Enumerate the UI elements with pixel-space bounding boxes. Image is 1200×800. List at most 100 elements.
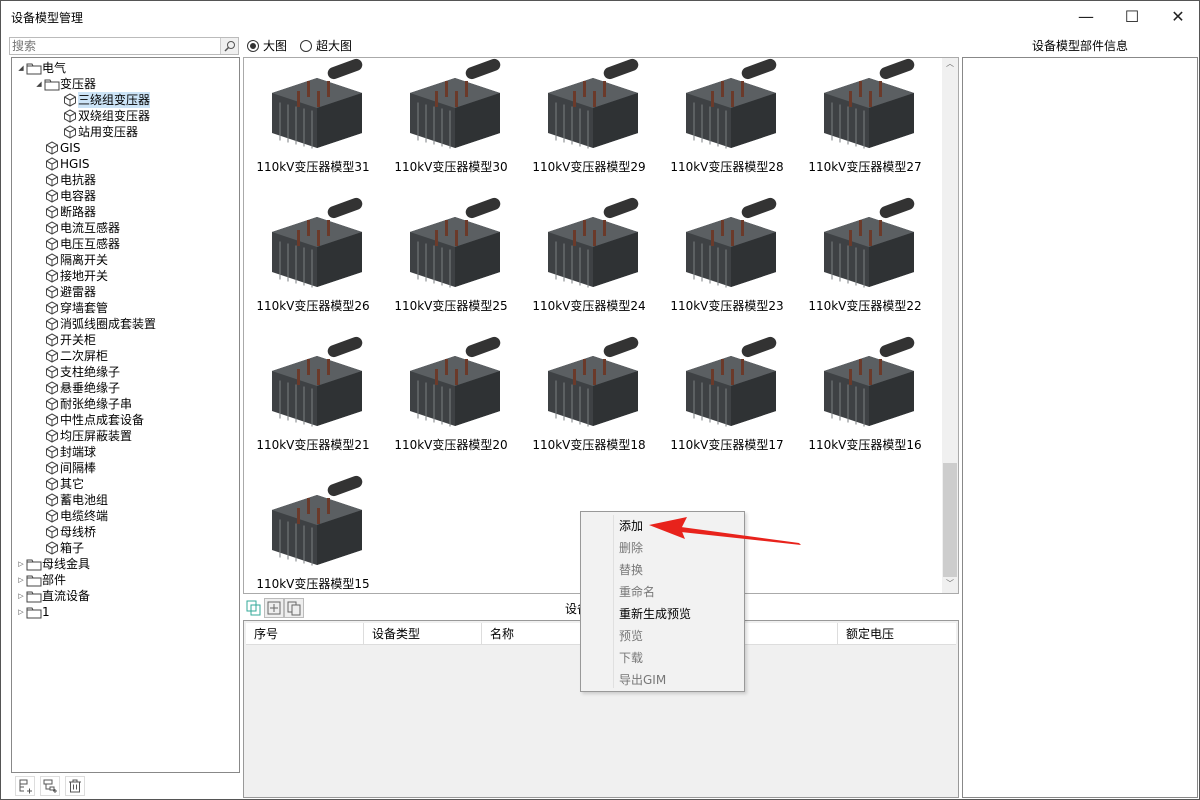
scroll-up-icon[interactable]: ︿ <box>942 58 958 72</box>
tree-item[interactable]: 悬垂绝缘子 <box>34 380 120 396</box>
expand-icon[interactable]: ▷ <box>16 556 26 572</box>
tree-item[interactable]: 接地开关 <box>34 268 108 284</box>
minimize-button[interactable]: — <box>1063 1 1109 31</box>
tree-item[interactable]: 避雷器 <box>34 284 96 300</box>
tree-item[interactable]: 箱子 <box>34 540 84 556</box>
tree-item-label: 1 <box>42 605 50 619</box>
model-thumbnail[interactable]: 110kV变压器模型18 <box>524 336 662 475</box>
model-thumbnail[interactable]: 110kV变压器模型22 <box>800 197 938 336</box>
model-thumbnail[interactable]: 110kV变压器模型26 <box>248 197 386 336</box>
search-icon[interactable] <box>220 38 238 54</box>
copy-icon[interactable] <box>245 599 263 617</box>
model-thumbnail[interactable]: 110kV变压器模型30 <box>386 58 524 197</box>
tree-item-label: 断路器 <box>60 205 97 219</box>
add-item-icon[interactable] <box>264 598 284 618</box>
tree-item[interactable]: 三绕组变压器 <box>52 92 151 108</box>
tree-item[interactable]: 断路器 <box>34 204 96 220</box>
expand-icon[interactable]: ▷ <box>16 588 26 604</box>
tree-item[interactable]: ▷ 部件 <box>16 572 66 588</box>
model-thumbnail[interactable]: 110kV变压器模型24 <box>524 197 662 336</box>
tree-item[interactable]: 耐张绝缘子串 <box>34 396 132 412</box>
tree-item[interactable]: 穿墙套管 <box>34 300 108 316</box>
model-thumbnail[interactable]: 110kV变压器模型28 <box>662 58 800 197</box>
cube-icon <box>62 93 78 107</box>
tree-item[interactable]: 均压屏蔽装置 <box>34 428 132 444</box>
window-title: 设备模型管理 <box>11 11 84 25</box>
model-thumbnail[interactable]: 110kV变压器模型25 <box>386 197 524 336</box>
tree-item[interactable]: 站用变压器 <box>52 124 138 140</box>
add-child-node-button[interactable] <box>40 776 60 796</box>
tree-item[interactable]: 二次屏柜 <box>34 348 108 364</box>
cube-icon <box>44 269 60 283</box>
add-node-button[interactable] <box>15 776 35 796</box>
model-thumbnail[interactable]: 110kV变压器模型20 <box>386 336 524 475</box>
tree-item[interactable]: 封端球 <box>34 444 96 460</box>
tree-item[interactable]: 电流互感器 <box>34 220 120 236</box>
cube-icon <box>44 541 60 555</box>
tree-item-label: 部件 <box>42 573 67 587</box>
tree-item[interactable]: ◢ 电气 <box>16 60 66 76</box>
menu-item[interactable]: 重新生成预览 <box>619 603 739 625</box>
collapse-icon[interactable]: ◢ <box>16 60 26 76</box>
model-thumbnail[interactable]: 110kV变压器模型17 <box>662 336 800 475</box>
tree-item[interactable]: 电抗器 <box>34 172 96 188</box>
tree-item[interactable]: 其它 <box>34 476 84 492</box>
menu-item[interactable]: 重命名 <box>619 581 739 603</box>
cube-icon <box>44 253 60 267</box>
model-thumbnail[interactable]: 110kV变压器模型15 <box>248 475 386 593</box>
tree-item[interactable]: 双绕组变压器 <box>52 108 150 124</box>
model-thumbnail[interactable]: 110kV变压器模型16 <box>800 336 938 475</box>
menu-item[interactable]: 预览 <box>619 625 739 647</box>
tree-item[interactable]: HGIS <box>34 156 89 172</box>
tree-item[interactable]: 蓄电池组 <box>34 492 108 508</box>
folder-icon <box>26 557 42 571</box>
model-thumbnail[interactable]: 110kV变压器模型29 <box>524 58 662 197</box>
menu-item[interactable]: 替换 <box>619 559 739 581</box>
tree-item[interactable]: 间隔棒 <box>34 460 96 476</box>
model-thumbnail[interactable]: 110kV变压器模型23 <box>662 197 800 336</box>
col-device-type[interactable]: 设备类型 <box>364 623 482 645</box>
tree-item[interactable]: 电压互感器 <box>34 236 120 252</box>
delete-button[interactable] <box>65 776 85 796</box>
scroll-down-icon[interactable]: ﹀ <box>942 578 958 592</box>
tree-item[interactable]: ▷ 直流设备 <box>16 588 90 604</box>
tree-item[interactable]: 消弧线圈成套装置 <box>34 316 156 332</box>
expand-icon[interactable]: ▷ <box>16 604 26 620</box>
duplicate-icon[interactable] <box>284 598 304 618</box>
menu-item[interactable]: 下载 <box>619 647 739 669</box>
cube-icon <box>44 461 60 475</box>
tree-item[interactable]: ▷ 1 <box>16 604 50 620</box>
model-tree[interactable]: ◢ 电气 ◢ 变压器 三绕组变压器 双绕组变压器 站用变压器 GIS HGIS 电抗器 电容器 断路器… <box>11 57 240 773</box>
tree-item[interactable]: 隔离开关 <box>34 252 108 268</box>
view-large-radio[interactable]: 大图 <box>247 37 287 54</box>
tree-item[interactable]: 开关柜 <box>34 332 96 348</box>
tree-item-label: 其它 <box>60 477 85 491</box>
model-thumbnail[interactable]: 110kV变压器模型31 <box>248 58 386 197</box>
tree-item[interactable]: ▷ 母线金具 <box>16 556 90 572</box>
model-thumbnail[interactable]: 110kV变压器模型27 <box>800 58 938 197</box>
cube-icon <box>44 189 60 203</box>
search-input[interactable] <box>10 38 220 54</box>
grid-scrollbar[interactable]: ︿ ﹀ <box>942 58 958 593</box>
cube-icon <box>44 477 60 491</box>
tree-item[interactable]: 电容器 <box>34 188 96 204</box>
tree-item[interactable]: ◢ 变压器 <box>34 76 96 92</box>
tree-item[interactable]: GIS <box>34 140 80 156</box>
expand-icon[interactable]: ▷ <box>16 572 26 588</box>
col-rated-voltage[interactable]: 额定电压 <box>838 623 956 645</box>
model-caption: 110kV变压器模型22 <box>808 299 922 313</box>
col-index[interactable]: 序号 <box>246 623 364 645</box>
close-button[interactable]: ✕ <box>1155 1 1200 31</box>
collapse-icon[interactable]: ◢ <box>34 76 44 92</box>
menu-item[interactable]: 导出GIM <box>619 669 739 691</box>
model-thumbnail[interactable]: 110kV变压器模型21 <box>248 336 386 475</box>
tree-item[interactable]: 母线桥 <box>34 524 96 540</box>
tree-item[interactable]: 电缆终端 <box>34 508 108 524</box>
tree-item[interactable]: 中性点成套设备 <box>34 412 144 428</box>
view-xlarge-radio[interactable]: 超大图 <box>300 37 352 54</box>
folder-icon <box>26 605 42 619</box>
maximize-button[interactable]: ☐ <box>1109 1 1155 31</box>
right-panel-title: 设备模型部件信息 <box>1031 39 1128 53</box>
scrollbar-thumb[interactable] <box>943 463 957 577</box>
tree-item[interactable]: 支柱绝缘子 <box>34 364 120 380</box>
